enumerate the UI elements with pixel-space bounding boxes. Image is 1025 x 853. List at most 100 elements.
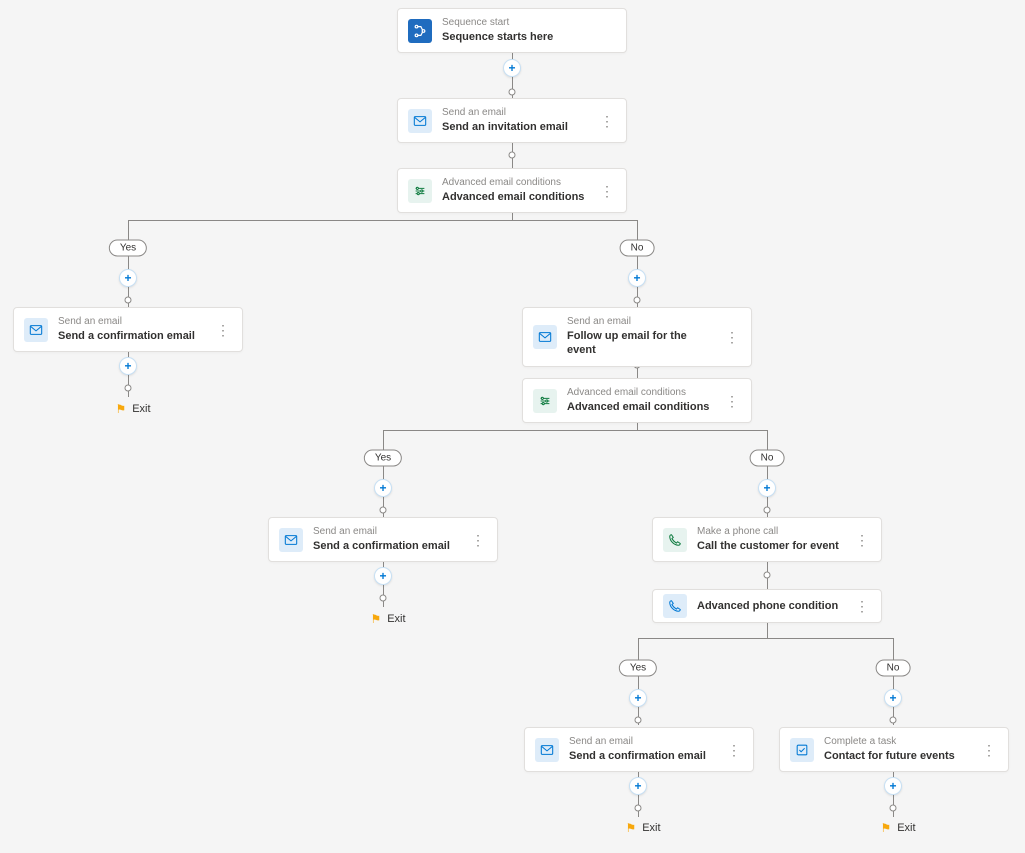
connector: [383, 430, 384, 517]
email-icon: [535, 738, 559, 762]
connector: [637, 220, 638, 307]
node-type-label: Send an email: [58, 316, 204, 328]
node-title-label: Follow up email for the event: [567, 329, 713, 358]
connector: [383, 430, 767, 431]
exit-label: Exit: [387, 613, 405, 625]
node-type-label: Send an email: [442, 107, 588, 119]
exit-node: ⚑ Exit: [625, 821, 660, 835]
node-menu-button[interactable]: ⋮: [725, 743, 743, 757]
node-menu-button[interactable]: ⋮: [723, 394, 741, 408]
node-title-label: Contact for future events: [824, 749, 970, 763]
exit-label: Exit: [132, 403, 150, 415]
branch-no-pill: No: [876, 660, 911, 677]
connector-dot: [890, 717, 897, 724]
add-step-button[interactable]: +: [884, 689, 902, 707]
condition-icon: [408, 179, 432, 203]
connector-dot: [635, 805, 642, 812]
node-menu-button[interactable]: ⋮: [598, 114, 616, 128]
exit-label: Exit: [642, 822, 660, 834]
branch-no-pill: No: [620, 240, 655, 257]
add-step-button[interactable]: +: [629, 689, 647, 707]
branch-yes-pill: Yes: [364, 450, 402, 467]
connector: [128, 220, 129, 307]
condition-icon: [533, 389, 557, 413]
connector: [767, 430, 768, 517]
sequence-canvas: + Yes + No + + Yes + No + + Yes + No + +…: [0, 0, 1025, 853]
connector-dot: [635, 717, 642, 724]
node-contact-future-events[interactable]: Complete a task Contact for future event…: [779, 727, 1009, 772]
node-advanced-email-conditions[interactable]: Advanced email conditions Advanced email…: [397, 168, 627, 213]
connector-dot: [380, 507, 387, 514]
connector-dot: [125, 385, 132, 392]
connector: [638, 638, 639, 725]
flag-icon: ⚑: [880, 821, 891, 835]
task-icon: [790, 738, 814, 762]
node-followup-email[interactable]: Send an email Follow up email for the ev…: [522, 307, 752, 367]
node-type-label: Make a phone call: [697, 526, 843, 538]
connector: [128, 220, 637, 221]
node-title-label: Send a confirmation email: [569, 749, 715, 763]
node-type-label: Send an email: [567, 316, 713, 328]
node-advanced-email-conditions-2[interactable]: Advanced email conditions Advanced email…: [522, 378, 752, 423]
flag-icon: ⚑: [115, 402, 126, 416]
node-title-label: Call the customer for event: [697, 539, 843, 553]
node-menu-button[interactable]: ⋮: [853, 533, 871, 547]
add-step-button[interactable]: +: [119, 269, 137, 287]
node-send-confirmation-email-b[interactable]: Send an email Send a confirmation email …: [268, 517, 498, 562]
node-sequence-start[interactable]: Sequence start Sequence starts here: [397, 8, 627, 53]
node-menu-button[interactable]: ⋮: [214, 323, 232, 337]
connector: [893, 638, 894, 725]
connector-dot: [509, 89, 516, 96]
node-title-label: Send a confirmation email: [313, 539, 459, 553]
connector-dot: [764, 507, 771, 514]
add-step-button[interactable]: +: [374, 567, 392, 585]
node-send-invitation-email[interactable]: Send an email Send an invitation email ⋮: [397, 98, 627, 143]
node-type-label: Complete a task: [824, 736, 970, 748]
node-menu-button[interactable]: ⋮: [469, 533, 487, 547]
node-send-confirmation-email-a[interactable]: Send an email Send a confirmation email …: [13, 307, 243, 352]
branch-no-pill: No: [750, 450, 785, 467]
node-menu-button[interactable]: ⋮: [853, 599, 871, 613]
node-advanced-phone-condition[interactable]: Advanced phone condition ⋮: [652, 589, 882, 623]
email-icon: [533, 325, 557, 349]
node-type-label: Advanced email conditions: [567, 387, 713, 399]
phone-condition-icon: [663, 594, 687, 618]
exit-node: ⚑ Exit: [115, 402, 150, 416]
email-icon: [408, 109, 432, 133]
add-step-button[interactable]: +: [628, 269, 646, 287]
add-step-button[interactable]: +: [119, 357, 137, 375]
phone-icon: [663, 528, 687, 552]
node-menu-button[interactable]: ⋮: [980, 743, 998, 757]
node-type-label: Advanced email conditions: [442, 177, 588, 189]
node-title-label: Advanced email conditions: [567, 400, 713, 414]
exit-node: ⚑ Exit: [880, 821, 915, 835]
flag-icon: ⚑: [625, 821, 636, 835]
node-menu-button[interactable]: ⋮: [598, 184, 616, 198]
node-title-label: Sequence starts here: [442, 30, 616, 44]
connector: [767, 622, 768, 638]
email-icon: [24, 318, 48, 342]
exit-label: Exit: [897, 822, 915, 834]
node-title-label: Send an invitation email: [442, 120, 588, 134]
node-type-label: Sequence start: [442, 17, 616, 29]
node-menu-button[interactable]: ⋮: [723, 330, 741, 344]
exit-node: ⚑ Exit: [370, 612, 405, 626]
add-step-button[interactable]: +: [503, 59, 521, 77]
node-send-confirmation-email-c[interactable]: Send an email Send a confirmation email …: [524, 727, 754, 772]
add-step-button[interactable]: +: [758, 479, 776, 497]
flag-icon: ⚑: [370, 612, 381, 626]
node-title-label: Send a confirmation email: [58, 329, 204, 343]
node-title-label: Advanced email conditions: [442, 190, 588, 204]
connector: [638, 638, 893, 639]
connector-dot: [125, 297, 132, 304]
add-step-button[interactable]: +: [374, 479, 392, 497]
branch-yes-pill: Yes: [619, 660, 657, 677]
connector-dot: [380, 595, 387, 602]
node-call-customer[interactable]: Make a phone call Call the customer for …: [652, 517, 882, 562]
add-step-button[interactable]: +: [629, 777, 647, 795]
add-step-button[interactable]: +: [884, 777, 902, 795]
connector-dot: [509, 152, 516, 159]
node-title-label: Advanced phone condition: [697, 599, 843, 613]
branch-yes-pill: Yes: [109, 240, 147, 257]
node-type-label: Send an email: [313, 526, 459, 538]
